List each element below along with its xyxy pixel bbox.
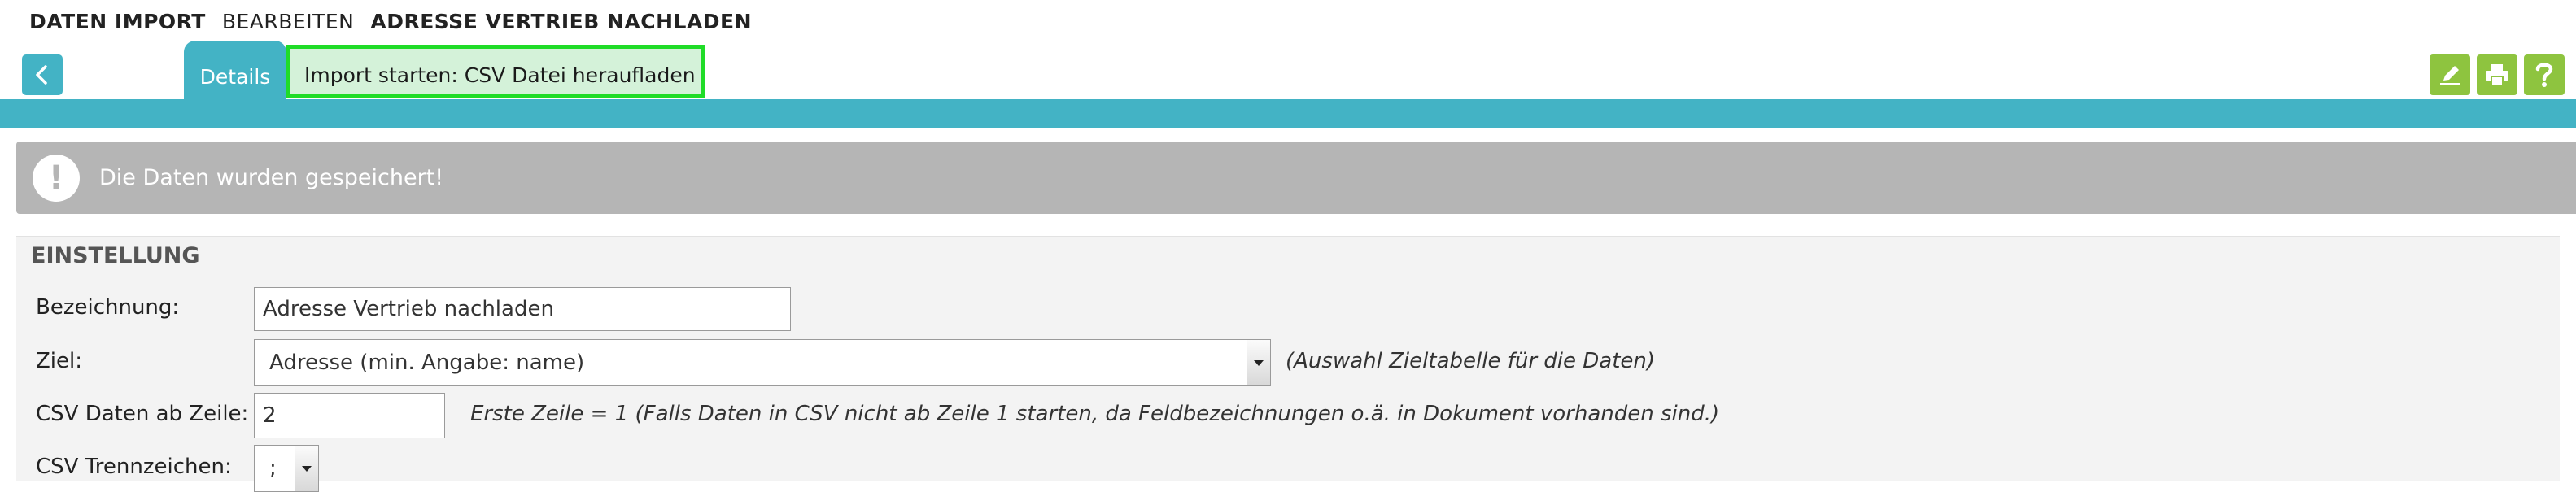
breadcrumb-module[interactable]: DATEN IMPORT bbox=[29, 10, 206, 33]
breadcrumb-record: ADRESSE VERTRIEB NACHLADEN bbox=[370, 9, 753, 33]
print-button[interactable] bbox=[2477, 54, 2517, 95]
alert-message: Die Daten wurden gespeichert! bbox=[99, 165, 444, 190]
back-button[interactable] bbox=[22, 54, 63, 95]
csv-row-input[interactable]: 2 bbox=[254, 393, 445, 438]
csv-row-label: CSV Daten ab Zeile: bbox=[36, 402, 249, 426]
exclamation-icon: ! bbox=[33, 154, 80, 202]
chevron-down-icon[interactable] bbox=[295, 446, 318, 491]
separator-select[interactable]: ; bbox=[254, 445, 319, 492]
csv-row-value: 2 bbox=[263, 403, 277, 428]
help-button[interactable] bbox=[2524, 54, 2565, 95]
ziel-select[interactable]: Adresse (min. Angabe: name) bbox=[254, 339, 1271, 386]
tab-import-csv[interactable]: Import starten: CSV Datei heraufladen bbox=[286, 45, 705, 98]
pencil-icon bbox=[2440, 66, 2460, 85]
ziel-label: Ziel: bbox=[36, 349, 83, 373]
tab-bar bbox=[0, 99, 2576, 128]
tab-details-label: Details bbox=[199, 64, 271, 89]
panel-title: EINSTELLUNG bbox=[31, 243, 200, 268]
tab-details[interactable]: Details bbox=[184, 41, 286, 101]
chevron-left-icon bbox=[36, 65, 47, 85]
settings-panel: EINSTELLUNG Bezeichnung: Adresse Vertrie… bbox=[16, 236, 2560, 492]
question-icon bbox=[2535, 63, 2553, 87]
breadcrumb: DATEN IMPORT BEARBEITEN ADRESSE VERTRIEB… bbox=[29, 5, 768, 37]
printer-icon bbox=[2486, 64, 2508, 86]
separator-value: ; bbox=[269, 456, 277, 481]
csv-row-hint: Erste Zeile = 1 (Falls Daten in CSV nich… bbox=[470, 402, 1720, 426]
bezeichnung-label: Bezeichnung: bbox=[36, 295, 180, 320]
breadcrumb-action: BEARBEITEN bbox=[221, 9, 355, 33]
ziel-hint: (Auswahl Zieltabelle für die Daten) bbox=[1286, 349, 1656, 373]
success-alert: ! Die Daten wurden gespeichert! bbox=[16, 142, 2576, 214]
chevron-down-icon[interactable] bbox=[1247, 340, 1270, 385]
ziel-value: Adresse (min. Angabe: name) bbox=[269, 350, 585, 375]
edit-button[interactable] bbox=[2430, 54, 2470, 95]
tab-import-label: Import starten: CSV Datei heraufladen bbox=[304, 63, 696, 87]
bezeichnung-value: Adresse Vertrieb nachladen bbox=[263, 297, 554, 321]
bezeichnung-input[interactable]: Adresse Vertrieb nachladen bbox=[254, 287, 791, 331]
separator-label: CSV Trennzeichen: bbox=[36, 455, 232, 479]
